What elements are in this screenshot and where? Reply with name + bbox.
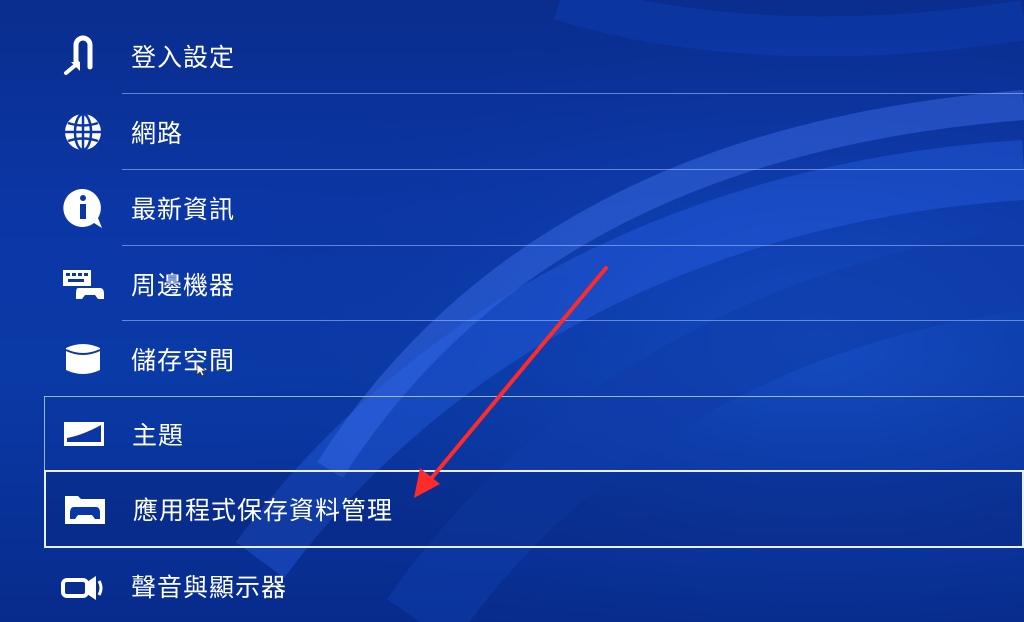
speaker-display-icon <box>60 563 106 609</box>
menu-item-devices[interactable]: 周邊機器 <box>44 246 1024 321</box>
menu-item-label: 最新資訊 <box>131 194 236 224</box>
menu-item-application-saved-data[interactable]: 應用程式保存資料管理 <box>44 470 1024 548</box>
info-icon <box>60 185 106 231</box>
menu-item-sound-and-screen[interactable]: 聲音與顯示器 <box>44 548 1024 622</box>
keyboard-controller-icon <box>60 261 106 307</box>
menu-item-label: 主題 <box>132 421 185 450</box>
globe-icon <box>60 109 106 155</box>
theme-icon <box>61 411 107 457</box>
menu-item-label: 登入設定 <box>131 42 236 72</box>
menu-item-label: 應用程式保存資料管理 <box>133 496 394 525</box>
settings-menu: 登入設定 網路 最新資訊 周邊機器 儲存空間 主題 應用程式保存資料管理 聲音與… <box>0 0 1024 622</box>
menu-item-network[interactable]: 網路 <box>44 94 1024 169</box>
menu-item-label: 周邊機器 <box>131 270 236 300</box>
mouse-cursor <box>196 362 208 381</box>
sign-in-icon <box>60 33 106 79</box>
menu-item-storage[interactable]: 儲存空間 <box>44 321 1024 396</box>
menu-item-label: 網路 <box>131 118 184 148</box>
menu-item-login-settings[interactable]: 登入設定 <box>44 18 1024 93</box>
menu-item-themes[interactable]: 主題 <box>44 396 1024 471</box>
menu-item-label: 儲存空間 <box>131 345 236 375</box>
folder-controller-icon <box>62 486 108 532</box>
storage-icon <box>60 336 106 382</box>
menu-item-whats-new[interactable]: 最新資訊 <box>44 170 1024 245</box>
menu-item-label: 聲音與顯示器 <box>131 572 288 602</box>
